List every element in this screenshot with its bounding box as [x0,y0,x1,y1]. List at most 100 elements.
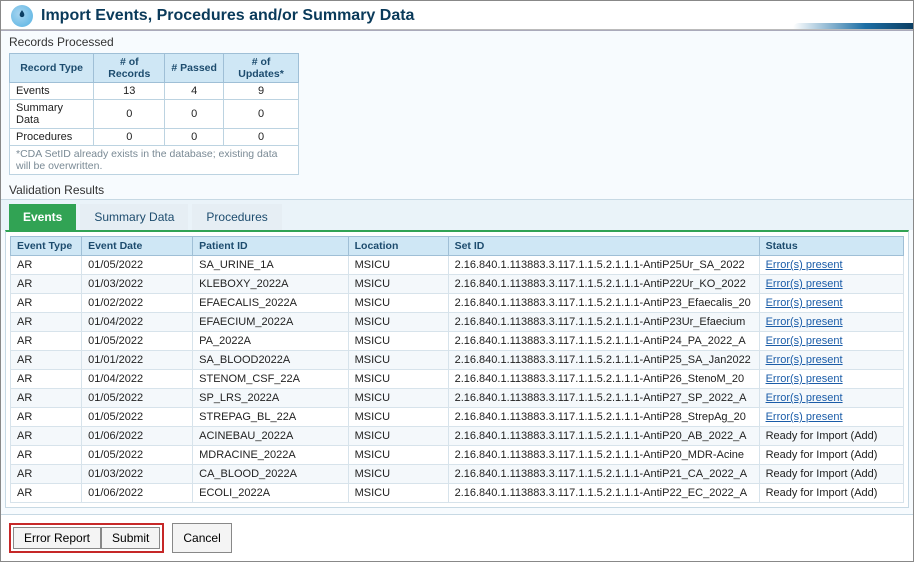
status-link[interactable]: Error(s) present [766,297,843,309]
cell-event-type: AR [11,332,82,351]
cell-event-date: 01/05/2022 [82,256,193,275]
validation-row: AR01/04/2022EFAECIUM_2022AMSICU2.16.840.… [11,313,904,332]
status-link[interactable]: Error(s) present [766,373,843,385]
tab-procedures[interactable]: Procedures [192,204,281,230]
records-col-header: Record Type [10,54,94,83]
tab-summary-data[interactable]: Summary Data [80,204,188,230]
submit-button[interactable]: Submit [101,527,160,549]
validation-row: AR01/06/2022ACINEBAU_2022AMSICU2.16.840.… [11,427,904,446]
cell-event-date: 01/06/2022 [82,484,193,503]
records-cell: 13 [94,83,165,100]
error-report-button[interactable]: Error Report [13,527,101,549]
cell-event-type: AR [11,408,82,427]
cancel-button[interactable]: Cancel [172,523,231,553]
cell-patient-id: STREPAG_BL_22A [193,408,348,427]
cell-status: Error(s) present [759,332,903,351]
status-link[interactable]: Error(s) present [766,354,843,366]
action-bar: Error Report Submit Cancel [1,514,913,561]
records-row: Procedures000 [10,129,299,146]
cell-status: Error(s) present [759,294,903,313]
cell-event-type: AR [11,275,82,294]
cell-event-type: AR [11,446,82,465]
cell-set-id: 2.16.840.1.113883.3.117.1.1.5.2.1.1.1-An… [448,427,759,446]
val-col-patient-id[interactable]: Patient ID [193,237,348,256]
cell-location: MSICU [348,465,448,484]
cell-location: MSICU [348,408,448,427]
status-link[interactable]: Error(s) present [766,259,843,271]
cell-location: MSICU [348,427,448,446]
cell-location: MSICU [348,313,448,332]
validation-row: AR01/03/2022KLEBOXY_2022AMSICU2.16.840.1… [11,275,904,294]
cell-patient-id: SP_LRS_2022A [193,389,348,408]
records-cell: Procedures [10,129,94,146]
val-col-status[interactable]: Status [759,237,903,256]
records-cell: 0 [224,129,299,146]
val-col-event-date[interactable]: Event Date [82,237,193,256]
cell-event-date: 01/05/2022 [82,332,193,351]
validation-heading: Validation Results [1,179,913,199]
cell-patient-id: ECOLI_2022A [193,484,348,503]
cell-event-date: 01/05/2022 [82,408,193,427]
cell-status: Ready for Import (Add) [759,427,903,446]
status-link[interactable]: Error(s) present [766,411,843,423]
validation-row: AR01/05/2022SP_LRS_2022AMSICU2.16.840.1.… [11,389,904,408]
cell-patient-id: MDRACINE_2022A [193,446,348,465]
val-col-set-id[interactable]: Set ID [448,237,759,256]
cell-patient-id: ACINEBAU_2022A [193,427,348,446]
cell-event-type: AR [11,389,82,408]
val-col-location[interactable]: Location [348,237,448,256]
records-col-header: # of Updates* [224,54,299,83]
app-window: Import Events, Procedures and/or Summary… [0,0,914,562]
cell-status: Error(s) present [759,275,903,294]
cell-set-id: 2.16.840.1.113883.3.117.1.1.5.2.1.1.1-An… [448,256,759,275]
cell-event-date: 01/04/2022 [82,313,193,332]
cell-event-date: 01/06/2022 [82,427,193,446]
cell-set-id: 2.16.840.1.113883.3.117.1.1.5.2.1.1.1-An… [448,313,759,332]
status-link[interactable]: Error(s) present [766,278,843,290]
cell-location: MSICU [348,275,448,294]
cell-event-date: 01/04/2022 [82,370,193,389]
cell-status: Error(s) present [759,389,903,408]
records-cell: 0 [224,100,299,129]
cell-set-id: 2.16.840.1.113883.3.117.1.1.5.2.1.1.1-An… [448,389,759,408]
cell-location: MSICU [348,389,448,408]
cell-patient-id: SA_URINE_1A [193,256,348,275]
cell-set-id: 2.16.840.1.113883.3.117.1.1.5.2.1.1.1-An… [448,275,759,294]
cell-status: Error(s) present [759,351,903,370]
cell-event-date: 01/03/2022 [82,465,193,484]
tab-events[interactable]: Events [9,204,76,230]
cell-location: MSICU [348,446,448,465]
header-bar: Import Events, Procedures and/or Summary… [1,1,913,30]
val-col-event-type[interactable]: Event Type [11,237,82,256]
status-link[interactable]: Error(s) present [766,316,843,328]
cell-status: Ready for Import (Add) [759,446,903,465]
cell-patient-id: EFAECIUM_2022A [193,313,348,332]
validation-row: AR01/04/2022STENOM_CSF_22AMSICU2.16.840.… [11,370,904,389]
validation-panel: Event Type Event Date Patient ID Locatio… [5,230,909,508]
cell-set-id: 2.16.840.1.113883.3.117.1.1.5.2.1.1.1-An… [448,408,759,427]
cell-event-date: 01/02/2022 [82,294,193,313]
cell-location: MSICU [348,294,448,313]
validation-table: Event Type Event Date Patient ID Locatio… [10,236,904,503]
page-title: Import Events, Procedures and/or Summary… [41,7,414,25]
cell-event-date: 01/03/2022 [82,275,193,294]
main-content: Records Processed Record Type # of Recor… [1,30,913,561]
records-cell: 0 [165,129,224,146]
status-link[interactable]: Error(s) present [766,392,843,404]
app-logo-icon [11,5,33,27]
cell-location: MSICU [348,484,448,503]
cell-set-id: 2.16.840.1.113883.3.117.1.1.5.2.1.1.1-An… [448,446,759,465]
cell-event-type: AR [11,351,82,370]
validation-row: AR01/05/2022STREPAG_BL_22AMSICU2.16.840.… [11,408,904,427]
validation-row: AR01/05/2022MDRACINE_2022AMSICU2.16.840.… [11,446,904,465]
validation-row: AR01/03/2022CA_BLOOD_2022AMSICU2.16.840.… [11,465,904,484]
cell-status: Error(s) present [759,408,903,427]
cell-location: MSICU [348,256,448,275]
records-cell: 4 [165,83,224,100]
cell-event-type: AR [11,256,82,275]
records-cell: 0 [94,100,165,129]
status-link[interactable]: Error(s) present [766,335,843,347]
records-cell: Summary Data [10,100,94,129]
cell-patient-id: KLEBOXY_2022A [193,275,348,294]
cell-event-date: 01/05/2022 [82,446,193,465]
